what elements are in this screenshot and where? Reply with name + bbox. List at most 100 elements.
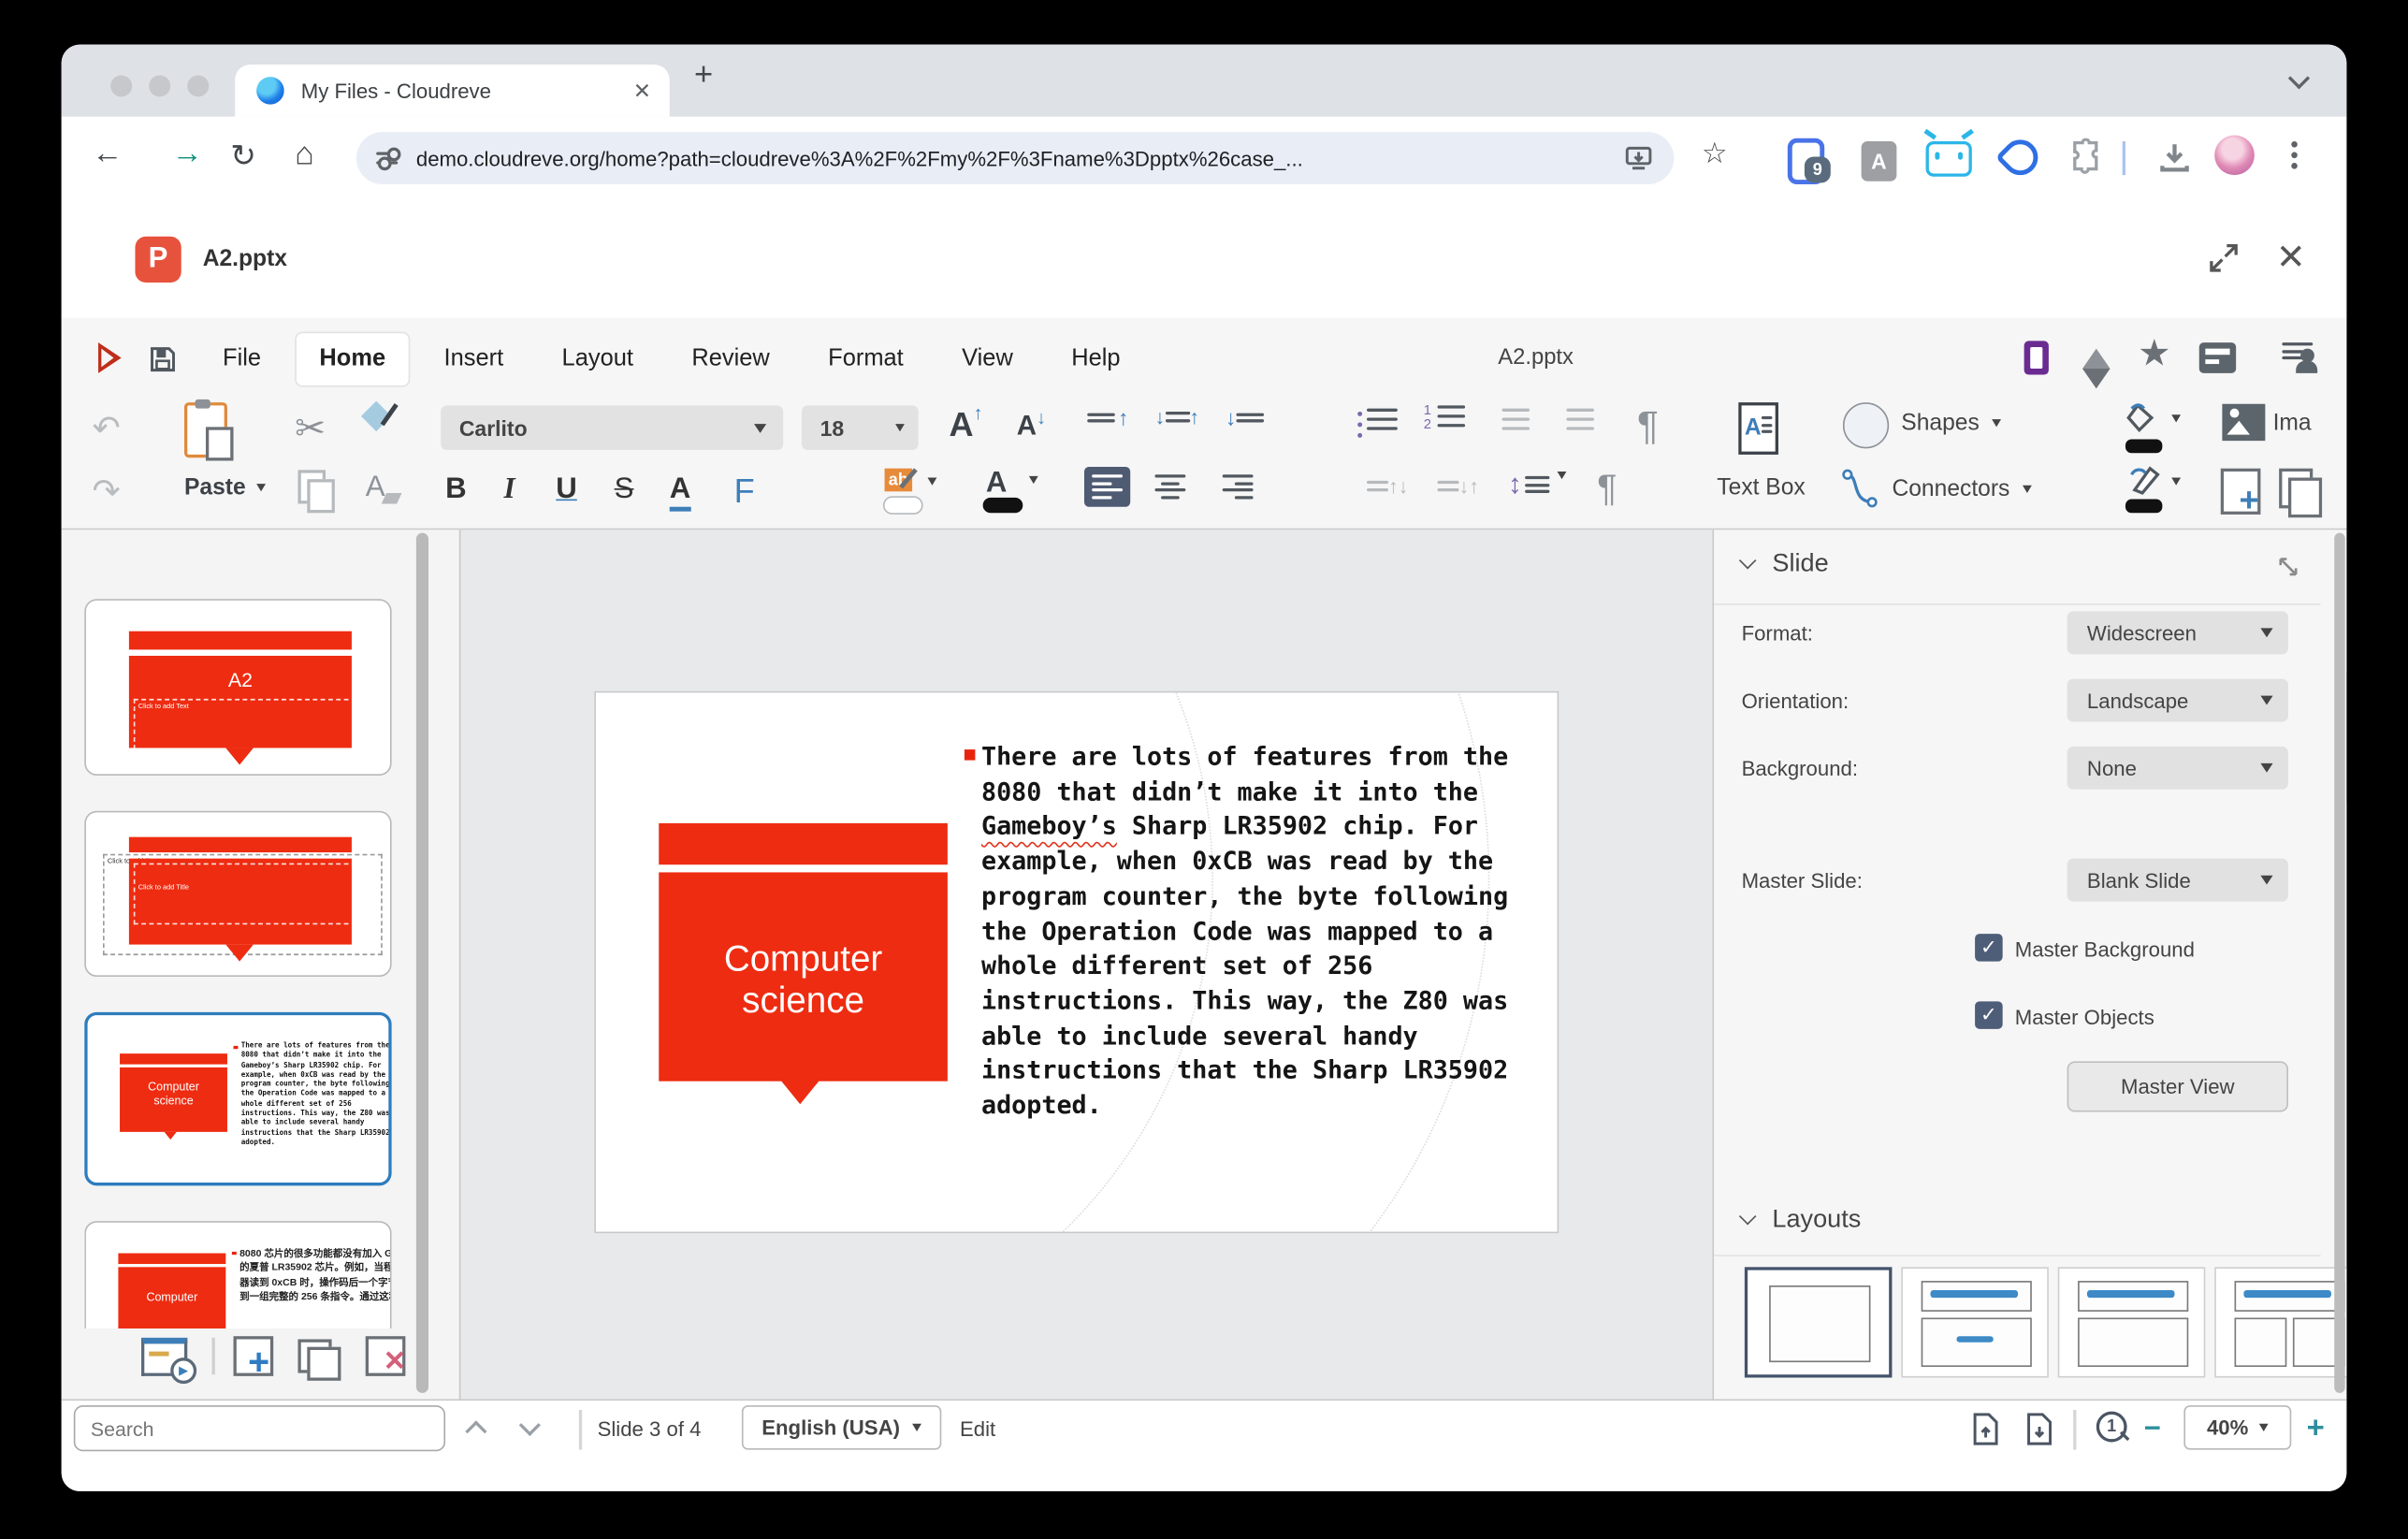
image-icon[interactable] bbox=[2221, 402, 2267, 443]
bookmark-star-icon[interactable]: ☆ bbox=[1702, 137, 1728, 172]
numbered-list-icon[interactable]: 12 bbox=[1438, 405, 1466, 427]
duplicate-slide-thumb-icon[interactable] bbox=[297, 1339, 331, 1372]
menu-layout[interactable]: Layout bbox=[539, 333, 657, 385]
theme-icon[interactable] bbox=[2024, 341, 2049, 374]
find-next-icon[interactable] bbox=[522, 1413, 537, 1441]
downloads-icon[interactable] bbox=[2156, 139, 2193, 184]
add-slide-icon[interactable]: + bbox=[2221, 469, 2261, 515]
extension-shield-icon[interactable]: 9 bbox=[1788, 138, 1824, 184]
outline-color-icon[interactable] bbox=[2125, 465, 2162, 496]
browser-tab[interactable]: My Files - Cloudreve ✕ bbox=[235, 65, 670, 117]
align-middle-icon[interactable]: ↓↑ bbox=[1154, 405, 1199, 428]
extension-drop-icon[interactable] bbox=[2003, 139, 2038, 175]
save-icon[interactable] bbox=[148, 344, 179, 375]
shape-gem-icon[interactable] bbox=[2082, 335, 2111, 369]
traffic-light-close[interactable] bbox=[110, 75, 132, 96]
decrease-font-icon[interactable]: A↓ bbox=[1017, 410, 1046, 442]
site-settings-icon[interactable] bbox=[376, 149, 398, 167]
layout-title-content[interactable] bbox=[2058, 1267, 2206, 1377]
thumbnail-slide-4[interactable]: Computer 8080 芯片的很多功能都没有加入 Gameboy 的夏普 L… bbox=[84, 1221, 391, 1328]
favorites-star-icon[interactable]: ★ bbox=[2138, 332, 2170, 377]
line-spacing-icon[interactable]: ↕ bbox=[1508, 469, 1566, 501]
layouts-section-header[interactable]: Layouts bbox=[1742, 1206, 1862, 1235]
increase-indent-icon[interactable] bbox=[1566, 409, 1594, 430]
traffic-light-minimize[interactable] bbox=[149, 75, 170, 96]
master-objects-checkbox[interactable]: ✓ bbox=[1975, 1001, 2003, 1029]
slide-title-text[interactable]: Computerscience bbox=[659, 938, 948, 1022]
tab-search-icon[interactable] bbox=[2291, 66, 2306, 94]
orientation-select[interactable]: Landscape bbox=[2067, 679, 2288, 722]
reload-icon[interactable]: ↻ bbox=[230, 137, 256, 175]
highlight-color-icon[interactable]: ab bbox=[885, 469, 913, 492]
align-center-icon[interactable] bbox=[1154, 474, 1185, 498]
connector-icon[interactable] bbox=[1840, 469, 1880, 509]
font-size-select[interactable]: 18 bbox=[802, 405, 919, 450]
strikethrough-icon[interactable]: S bbox=[615, 473, 634, 507]
align-bottom-icon[interactable]: ↓ bbox=[1226, 405, 1264, 429]
background-select[interactable]: None bbox=[2067, 747, 2288, 790]
font-name-select[interactable]: Carlito bbox=[441, 405, 783, 450]
profile-avatar[interactable] bbox=[2214, 135, 2255, 175]
install-app-icon[interactable] bbox=[1625, 144, 1653, 172]
thumbnail-slide-3-selected[interactable]: Computerscience There are lots of featur… bbox=[84, 1012, 391, 1186]
traffic-light-zoom[interactable] bbox=[187, 75, 209, 96]
move-down-icon[interactable]: ↓↑ bbox=[1438, 474, 1479, 498]
menu-home[interactable]: Home bbox=[297, 333, 409, 385]
layout-two-content[interactable] bbox=[2214, 1267, 2346, 1377]
open-advanced-settings-icon[interactable] bbox=[2276, 555, 2300, 579]
extension-a-icon[interactable]: A bbox=[1862, 141, 1897, 181]
fill-color-icon[interactable] bbox=[2125, 402, 2166, 436]
master-view-button[interactable]: Master View bbox=[2067, 1061, 2288, 1111]
format-painter-icon[interactable] bbox=[366, 405, 387, 427]
align-top-icon[interactable]: ↑ bbox=[1087, 405, 1128, 429]
align-left-icon[interactable] bbox=[1084, 467, 1130, 506]
shapes-icon[interactable] bbox=[1843, 402, 1889, 448]
slide-body-text[interactable]: There are lots of features from the 8080… bbox=[981, 740, 1498, 1124]
master-background-checkbox[interactable]: ✓ bbox=[1975, 934, 2003, 962]
move-up-icon[interactable]: ↑↓ bbox=[1367, 474, 1408, 498]
thumbnail-slide-1[interactable]: A2 Click to add Text bbox=[84, 599, 391, 776]
menu-review[interactable]: Review bbox=[669, 333, 793, 385]
language-button[interactable]: English (USA) bbox=[742, 1405, 941, 1450]
connectors-button[interactable]: Connectors bbox=[1892, 476, 2031, 502]
home-icon[interactable]: ⌂ bbox=[295, 137, 314, 173]
paragraph-mark-icon[interactable]: ¶ bbox=[1637, 402, 1659, 450]
bold-icon[interactable]: B bbox=[445, 473, 467, 507]
bullet-list-icon[interactable] bbox=[1367, 409, 1398, 430]
layout-blank-selected[interactable] bbox=[1745, 1267, 1893, 1377]
underline-icon[interactable]: U bbox=[556, 473, 577, 507]
browser-menu-icon[interactable] bbox=[2291, 141, 2298, 148]
layout-title-subtitle[interactable] bbox=[1901, 1267, 2049, 1377]
menu-insert[interactable]: Insert bbox=[421, 333, 527, 385]
menu-help[interactable]: Help bbox=[1049, 333, 1144, 385]
superscript-icon[interactable]: A bbox=[670, 473, 691, 512]
font-color-icon[interactable]: A bbox=[986, 467, 1008, 501]
extensions-puzzle-icon[interactable] bbox=[2067, 138, 2104, 183]
menu-view[interactable]: View bbox=[939, 333, 1037, 385]
text-box-button[interactable]: Text Box bbox=[1717, 474, 1805, 501]
decrease-indent-icon[interactable] bbox=[1501, 409, 1530, 430]
text-box-icon[interactable]: A bbox=[1738, 402, 1778, 455]
slide-banner-bar[interactable] bbox=[659, 823, 948, 864]
font-effects-icon[interactable]: F bbox=[734, 472, 755, 512]
find-previous-icon[interactable] bbox=[469, 1419, 484, 1447]
master-slide-select[interactable]: Blank Slide bbox=[2067, 859, 2288, 902]
close-viewer-icon[interactable]: ✕ bbox=[2276, 237, 2306, 278]
clear-format-icon[interactable]: A bbox=[366, 472, 385, 505]
new-tab-button[interactable]: + bbox=[694, 57, 713, 94]
back-icon[interactable]: ← bbox=[92, 137, 123, 172]
add-slide-thumb-icon[interactable]: + bbox=[233, 1336, 273, 1376]
url-text[interactable]: demo.cloudreve.org/home?path=cloudreve%3… bbox=[416, 147, 1625, 170]
thumbnail-slide-2[interactable]: Click to add Text Click to add Title bbox=[84, 811, 391, 977]
cut-icon[interactable]: ✂ bbox=[295, 407, 326, 452]
fit-width-icon[interactable] bbox=[2024, 1413, 2055, 1446]
url-bar[interactable]: demo.cloudreve.org/home?path=cloudreve%3… bbox=[356, 132, 1674, 184]
image-button[interactable]: Ima bbox=[2273, 410, 2312, 436]
zoom-100-icon[interactable]: 1 bbox=[2096, 1412, 2127, 1443]
zoom-level-select[interactable]: 40% bbox=[2183, 1405, 2291, 1450]
undo-icon[interactable]: ↷ bbox=[92, 409, 120, 449]
menu-file[interactable]: File bbox=[199, 333, 283, 385]
paste-icon[interactable] bbox=[184, 402, 227, 457]
slide-section-header[interactable]: Slide bbox=[1742, 550, 1829, 579]
start-slideshow-icon[interactable]: ▶ bbox=[141, 1337, 187, 1375]
